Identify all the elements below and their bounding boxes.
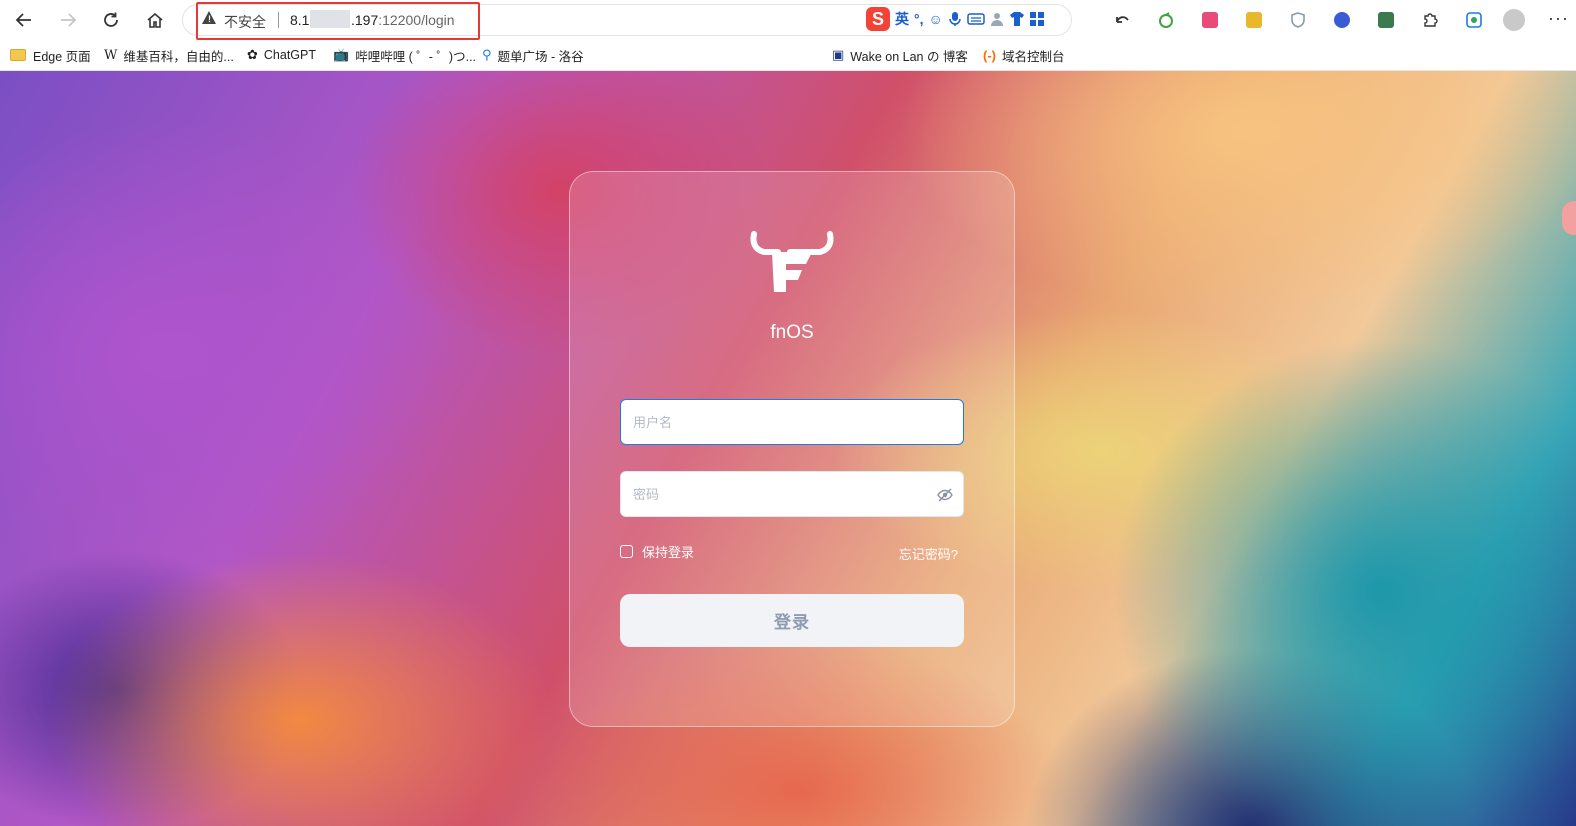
grid-icon[interactable] — [1029, 12, 1044, 26]
refresh-button[interactable] — [97, 6, 125, 34]
remember-login[interactable]: 保持登录 — [620, 542, 694, 561]
refresh-icon — [104, 12, 118, 27]
shirt-icon[interactable] — [1009, 11, 1025, 27]
sogou-icon[interactable]: S — [866, 7, 890, 31]
address-highlight-box — [196, 2, 480, 40]
bookmark-luogu[interactable]: ⚲ 题单广场 - 洛谷 — [482, 46, 584, 64]
eye-off-icon[interactable] — [937, 487, 953, 503]
bookmark-label: 哔哩哔哩 ( ゜- ゜)つ... — [355, 49, 477, 64]
bookmark-chatgpt[interactable]: ✿ ChatGPT — [247, 46, 316, 64]
browser-toolbar: ! 不安全 8.1 .197:12200/login S 英 °, ☺ ··· — [0, 0, 1576, 40]
edge-collections-icon[interactable] — [1452, 6, 1496, 34]
fnos-logo-icon — [750, 231, 834, 292]
login-page-background: fnOS 保持登录 忘记密码? 登录 — [0, 71, 1576, 826]
ime-toolbar: S 英 °, ☺ — [866, 5, 1044, 33]
ime-mode[interactable]: 英 — [895, 9, 909, 29]
bookmark-wake-on-lan[interactable]: ▣ Wake on Lan の 博客 — [832, 46, 968, 64]
profile-avatar[interactable] — [1503, 9, 1525, 31]
bookmark-wikipedia[interactable]: W 维基百科，自由的... — [104, 46, 234, 64]
microphone-icon[interactable] — [948, 11, 962, 27]
aliyun-icon: (-) — [983, 47, 996, 63]
bookmark-label: ChatGPT — [263, 48, 317, 62]
more-menu-icon[interactable]: ··· — [1548, 8, 1569, 29]
extension-green-icon[interactable] — [1144, 6, 1188, 34]
extension-translate-icon[interactable] — [1188, 6, 1232, 34]
bookmark-label: 题单广场 - 洛谷 — [497, 49, 584, 64]
bookmark-label: Edge 页面 — [33, 49, 91, 64]
forward-button[interactable] — [54, 6, 82, 34]
blog-icon: ▣ — [832, 47, 845, 62]
chatgpt-icon: ✿ — [247, 47, 258, 62]
home-button[interactable] — [141, 6, 169, 34]
keyboard-icon[interactable] — [967, 12, 985, 26]
bilibili-icon: 📺 — [333, 47, 350, 62]
arrow-left-icon — [15, 13, 31, 27]
forgot-password-link[interactable]: 忘记密码? — [899, 544, 958, 563]
extension-yellow-icon[interactable] — [1232, 6, 1276, 34]
password-input[interactable] — [621, 472, 963, 516]
arrow-right-icon — [61, 13, 77, 27]
bookmark-domain-console[interactable]: (-) 域名控制台 — [983, 46, 1065, 64]
wikipedia-icon: W — [104, 47, 118, 63]
extension-shield-icon[interactable] — [1276, 6, 1320, 34]
luogu-icon: ⚲ — [482, 47, 492, 62]
remember-label: 保持登录 — [642, 545, 695, 560]
brand-name: fnOS — [770, 322, 814, 343]
login-button[interactable]: 登录 — [620, 594, 964, 647]
puzzle-icon[interactable] — [1408, 6, 1452, 34]
password-field[interactable] — [620, 471, 964, 517]
extension-undo-icon[interactable] — [1100, 6, 1144, 34]
extensions-bar — [1100, 6, 1496, 34]
home-icon — [147, 12, 163, 28]
bookmark-edge-pages[interactable]: Edge 页面 — [10, 46, 91, 64]
ime-punct[interactable]: °, — [914, 11, 924, 27]
ime-emoji[interactable]: ☺ — [929, 11, 943, 27]
back-button[interactable] — [10, 6, 38, 34]
remember-checkbox[interactable] — [620, 545, 633, 558]
bookmark-label: 域名控制台 — [1002, 49, 1065, 64]
login-card: fnOS 保持登录 忘记密码? 登录 — [569, 171, 1015, 727]
extension-download-icon[interactable] — [1364, 6, 1408, 34]
bookmark-label: 维基百科，自由的... — [123, 49, 234, 64]
username-input[interactable] — [621, 400, 963, 444]
bookmark-label: Wake on Lan の 博客 — [850, 49, 968, 64]
bookmarks-bar: Edge 页面 W 维基百科，自由的... ✿ ChatGPT 📺 哔哩哔哩 ( ゜-… — [0, 40, 1576, 101]
side-floating-tab[interactable] — [1562, 201, 1576, 235]
bookmark-bilibili[interactable]: 📺 哔哩哔哩 ( ゜- ゜)つ... — [333, 46, 476, 64]
folder-icon — [10, 49, 26, 61]
extension-blue-icon[interactable] — [1320, 6, 1364, 34]
user-icon[interactable] — [990, 11, 1004, 27]
username-field[interactable] — [620, 399, 964, 445]
